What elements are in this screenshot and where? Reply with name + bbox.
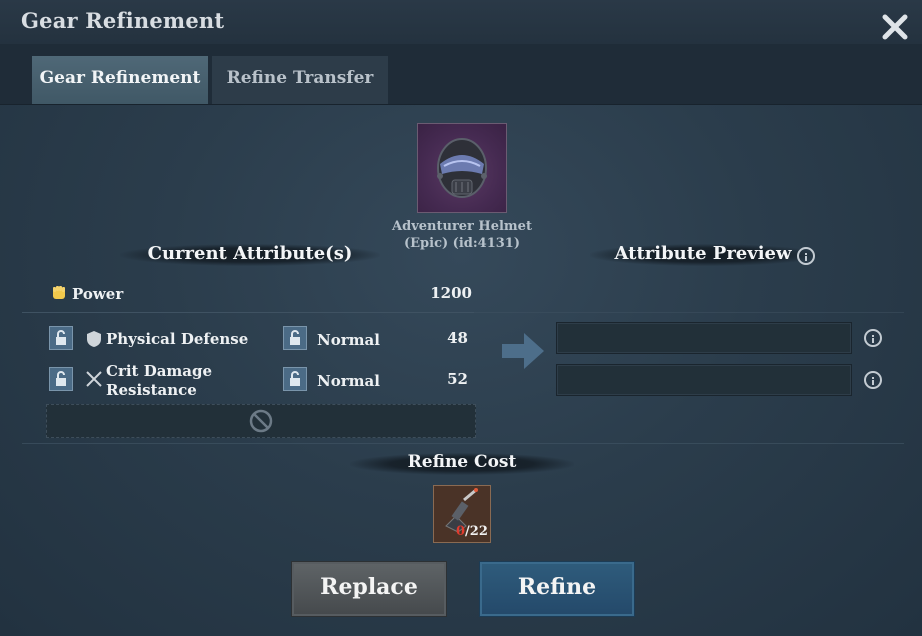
preview-attribute-slot (556, 322, 852, 354)
attribute-name: Physical Defense (106, 330, 249, 348)
refine-button[interactable]: Refine (479, 561, 635, 617)
refine-material-slot[interactable]: 0/22 (433, 485, 491, 543)
power-value: 1200 (430, 284, 472, 302)
power-label: Power (72, 285, 124, 303)
material-required: /22 (465, 524, 488, 539)
attribute-value: 52 (447, 370, 468, 388)
info-icon[interactable] (864, 371, 882, 389)
material-count: 0/22 (456, 524, 488, 539)
preview-attribute-slot (556, 364, 852, 396)
divider (474, 312, 904, 313)
blocked-icon (249, 409, 273, 433)
unlock-icon[interactable] (283, 326, 307, 350)
attribute-name: Crit Damage Resistance (106, 362, 212, 400)
unlock-icon[interactable] (49, 367, 73, 391)
helmet-icon (437, 138, 487, 198)
divider (22, 312, 474, 313)
shield-icon (86, 330, 102, 348)
arrow-right-icon (500, 330, 546, 372)
item-name: Adventurer Helmet (Epic) (id:4131) (362, 218, 562, 252)
fist-icon (50, 284, 68, 302)
attribute-preview-header: Attribute Preview (614, 243, 792, 264)
unlock-icon[interactable] (283, 367, 307, 391)
attribute-quality: Normal (317, 331, 380, 349)
info-icon[interactable] (797, 247, 815, 265)
refine-cost-header: Refine Cost (407, 452, 517, 472)
tab-gear-refinement[interactable]: Gear Refinement (32, 56, 208, 104)
item-name-line2: (Epic) (id:4131) (404, 236, 520, 251)
attribute-value: 48 (447, 329, 468, 347)
close-icon[interactable] (880, 12, 910, 42)
current-attributes-header: Current Attribute(s) (147, 243, 353, 264)
divider (22, 443, 904, 444)
unlock-icon[interactable] (49, 326, 73, 350)
material-owned: 0 (456, 524, 466, 539)
crossed-swords-icon (85, 370, 103, 388)
info-icon[interactable] (864, 329, 882, 347)
attribute-name-line1: Crit Damage (106, 362, 213, 380)
item-slot[interactable] (417, 123, 507, 213)
replace-button[interactable]: Replace (291, 561, 447, 617)
attribute-quality: Normal (317, 372, 380, 390)
tab-refine-transfer[interactable]: Refine Transfer (212, 56, 388, 104)
window-title: Gear Refinement (21, 8, 225, 33)
item-name-line1: Adventurer Helmet (392, 219, 532, 234)
attribute-name-line2: Resistance (106, 381, 197, 399)
